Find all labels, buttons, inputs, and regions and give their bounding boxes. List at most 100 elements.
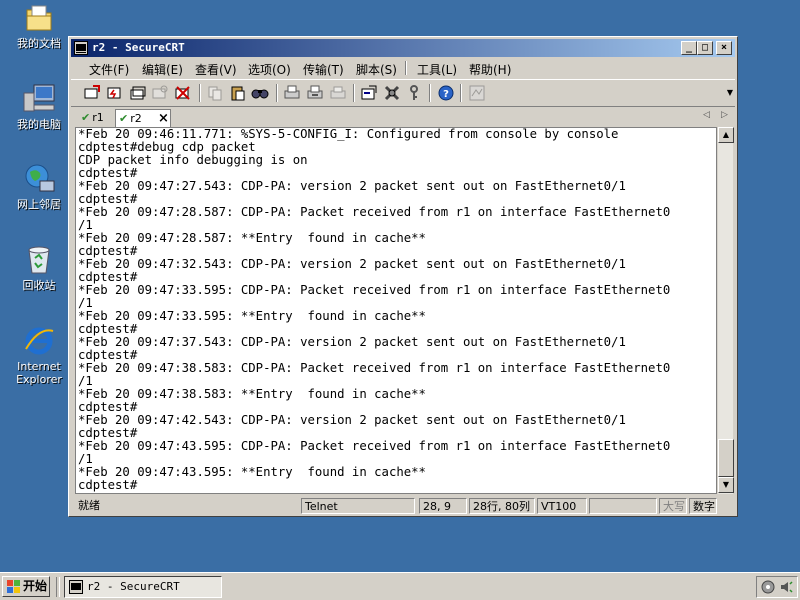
tray-volume-icon[interactable] xyxy=(779,580,793,594)
maximize-button[interactable]: □ xyxy=(697,41,713,55)
session-tabbar: ✔ r1 ✔ r2 × ◁ ▷ xyxy=(71,107,735,127)
menu-file[interactable]: 文件(F) xyxy=(89,61,129,78)
menu-options[interactable]: 选项(O) xyxy=(248,61,291,78)
close-button[interactable]: × xyxy=(716,41,732,55)
map-icon[interactable] xyxy=(468,84,486,102)
terminal-output[interactable]: *Feb 20 09:46:11.771: %SYS-5-CONFIG_I: C… xyxy=(75,127,717,494)
print-setup-icon[interactable] xyxy=(329,84,347,102)
terminal-line: *Feb 20 09:47:33.595: **Entry found in c… xyxy=(78,309,426,323)
status-num-lock: 数字 xyxy=(689,498,717,514)
print-selection-icon[interactable] xyxy=(306,84,324,102)
menu-separator xyxy=(405,61,407,75)
status-cursor-position: 28, 9 xyxy=(419,498,467,514)
print-icon[interactable] xyxy=(283,84,301,102)
terminal-line: CDP packet info debugging is on xyxy=(78,153,308,167)
quick-connect-icon[interactable] xyxy=(106,84,124,102)
terminal-line: *Feb 20 09:47:32.543: CDP-PA: version 2 … xyxy=(78,257,626,271)
system-tray xyxy=(756,576,798,598)
terminal-scrollbar[interactable]: ▲ ▼ xyxy=(717,127,734,494)
start-button[interactable]: 开始 xyxy=(2,576,50,597)
status-terminal-size: 28行, 80列 xyxy=(469,498,535,514)
desktop-icon-recycle-bin[interactable]: 回收站 xyxy=(8,244,70,292)
scroll-down-icon[interactable]: ▼ xyxy=(718,477,734,493)
disconnect-icon[interactable] xyxy=(174,84,192,102)
menu-transfer[interactable]: 传输(T) xyxy=(303,61,344,78)
menu-edit[interactable]: 编辑(E) xyxy=(142,61,183,78)
menu-tools[interactable]: 工具(L) xyxy=(417,61,457,78)
connected-check-icon: ✔ xyxy=(119,112,129,125)
tab-r2[interactable]: ✔ r2 × xyxy=(115,109,171,127)
menu-view[interactable]: 查看(V) xyxy=(195,61,237,78)
terminal-line: *Feb 20 09:47:38.583: **Entry found in c… xyxy=(78,387,426,401)
toolbar-separator xyxy=(429,84,431,102)
tab-close-icon[interactable]: × xyxy=(158,110,169,128)
terminal-line: *Feb 20 09:47:28.587: **Entry found in c… xyxy=(78,231,426,245)
terminal-line: *Feb 20 09:47:27.543: CDP-PA: version 2 … xyxy=(78,179,626,193)
toolbar-separator xyxy=(199,84,201,102)
terminal-line: *Feb 20 09:47:38.583: CDP-PA: Packet rec… xyxy=(78,361,671,375)
terminal-line: *Feb 20 09:47:28.587: CDP-PA: Packet rec… xyxy=(78,205,671,219)
tab-r1[interactable]: ✔ r1 xyxy=(79,109,115,127)
folder-icon xyxy=(26,5,52,31)
status-ready: 就绪 xyxy=(78,499,100,512)
menu-help[interactable]: 帮助(H) xyxy=(469,61,511,78)
recycle-bin-icon xyxy=(28,246,50,274)
status-blank xyxy=(589,498,657,514)
terminal-line: *Feb 20 09:47:37.543: CDP-PA: version 2 … xyxy=(78,335,626,349)
desktop-icon-internet-explorer[interactable]: Internet Explorer xyxy=(8,325,70,386)
internet-explorer-icon xyxy=(25,327,54,355)
securecrt-app-icon xyxy=(74,41,88,55)
desktop-icon-label: 回收站 xyxy=(22,279,56,292)
terminal-line: cdptest# xyxy=(78,478,138,492)
connect-icon[interactable] xyxy=(83,84,101,102)
terminal-line: *Feb 20 09:47:43.595: CDP-PA: Packet rec… xyxy=(78,439,671,453)
global-options-icon[interactable] xyxy=(383,84,401,102)
toolbar-separator xyxy=(353,84,355,102)
window-titlebar[interactable]: r2 - SecureCRT _ □ × xyxy=(71,39,735,57)
help-icon[interactable]: ? xyxy=(437,84,455,102)
taskbar: 开始 r2 - SecureCRT xyxy=(0,572,800,600)
network-globe-icon xyxy=(25,164,55,192)
reconnect-icon[interactable] xyxy=(151,84,169,102)
terminal-line: *Feb 20 09:47:43.595: **Entry found in c… xyxy=(78,465,426,479)
desktop-icon-label: 网上邻居 xyxy=(17,198,61,211)
taskbar-item-securecrt[interactable]: r2 - SecureCRT xyxy=(64,576,222,598)
desktop-icon-label: 我的文档 xyxy=(17,37,61,50)
connected-check-icon: ✔ xyxy=(81,111,91,124)
terminal-lines: *Feb 20 09:46:11.771: %SYS-5-CONFIG_I: C… xyxy=(76,128,716,492)
securecrt-window: r2 - SecureCRT _ □ × 文件(F) 编辑(E) 查看(V) 选… xyxy=(68,36,738,517)
desktop-icon-my-computer[interactable]: 我的电脑 xyxy=(8,83,70,131)
desktop-icon-my-documents[interactable]: 我的文档 xyxy=(8,2,70,50)
tab-label: r2 xyxy=(130,112,142,125)
connect-tab-icon[interactable] xyxy=(129,84,147,102)
terminal-line: *Feb 20 09:47:33.595: CDP-PA: Packet rec… xyxy=(78,283,671,297)
securecrt-app-icon xyxy=(69,580,83,594)
toolbar-separator xyxy=(460,84,462,102)
scroll-thumb[interactable] xyxy=(718,439,734,477)
paste-icon[interactable] xyxy=(229,84,247,102)
toolbar-overflow-chevron-icon[interactable]: ▼ xyxy=(727,88,733,97)
menu-script[interactable]: 脚本(S) xyxy=(356,61,397,78)
find-icon[interactable] xyxy=(251,84,269,102)
copy-icon[interactable] xyxy=(206,84,224,102)
menubar: 文件(F) 编辑(E) 查看(V) 选项(O) 传输(T) 脚本(S) 工具(L… xyxy=(71,58,735,78)
tab-scroll-right-icon[interactable]: ▷ xyxy=(721,110,728,120)
minimize-button[interactable]: _ xyxy=(681,41,697,55)
key-icon[interactable] xyxy=(405,84,423,102)
tab-label: r1 xyxy=(92,111,104,124)
start-label: 开始 xyxy=(23,579,48,593)
status-caps-lock: 大写 xyxy=(659,498,687,514)
scroll-up-icon[interactable]: ▲ xyxy=(718,127,734,143)
taskbar-item-label: r2 - SecureCRT xyxy=(87,580,180,593)
terminal-line: *Feb 20 09:47:42.543: CDP-PA: version 2 … xyxy=(78,413,626,427)
window-title: r2 - SecureCRT xyxy=(92,41,185,54)
toolbar-separator xyxy=(276,84,278,102)
computer-icon xyxy=(23,84,55,112)
desktop-icon-label: Internet Explorer xyxy=(16,360,62,386)
status-protocol: Telnet xyxy=(301,498,415,514)
tray-network-icon[interactable] xyxy=(761,580,775,594)
windows-logo-icon xyxy=(7,580,20,593)
session-options-icon[interactable] xyxy=(360,84,378,102)
desktop-icon-network[interactable]: 网上邻居 xyxy=(8,163,70,211)
tab-scroll-left-icon[interactable]: ◁ xyxy=(703,110,710,120)
